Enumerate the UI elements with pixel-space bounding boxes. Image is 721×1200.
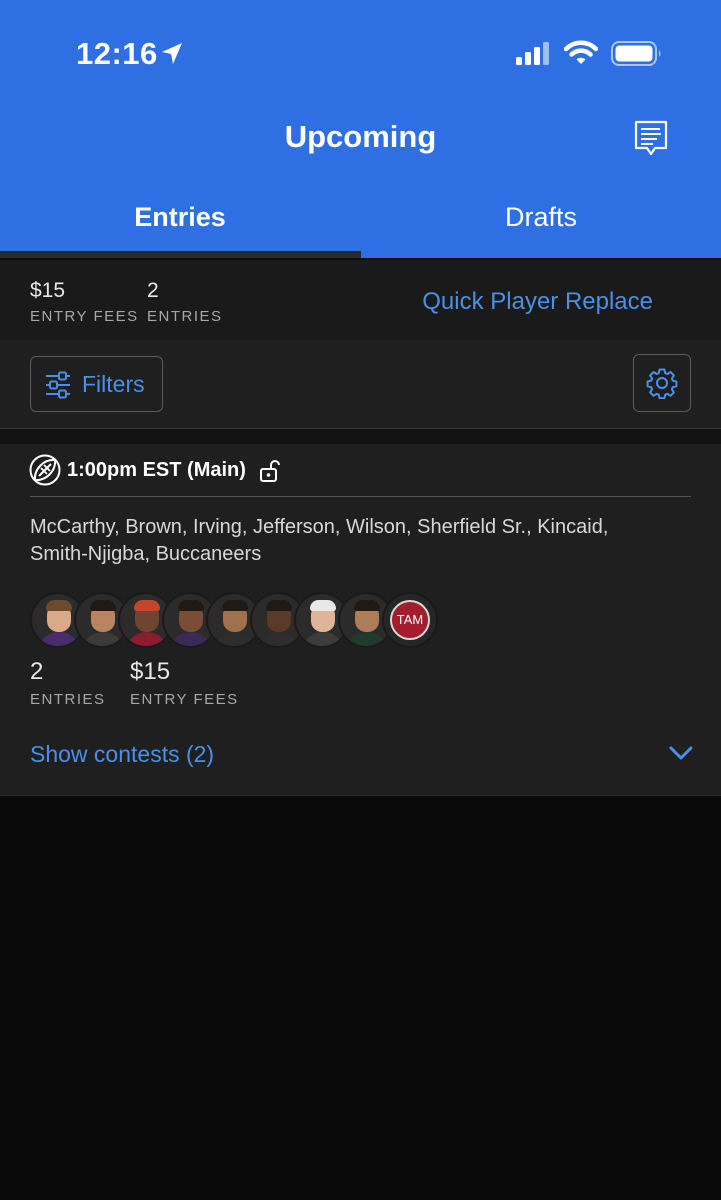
entry-fees-label: ENTRY FEES xyxy=(30,308,139,325)
tab-entries[interactable]: Entries xyxy=(0,202,360,233)
chat-icon[interactable] xyxy=(633,120,669,158)
wifi-icon xyxy=(564,40,598,64)
entry-fees-value: $15 xyxy=(30,279,66,302)
player-avatars: TAM xyxy=(30,592,450,648)
gear-icon xyxy=(646,368,678,399)
team-avatar: TAM xyxy=(382,592,438,648)
unlock-icon xyxy=(260,460,280,482)
card-entries-label: ENTRIES xyxy=(30,691,106,708)
signal-icon xyxy=(516,42,549,65)
show-contests-link[interactable]: Show contests (2) xyxy=(30,741,214,768)
card-divider xyxy=(30,496,691,497)
filter-bar: Filters xyxy=(0,340,721,428)
card-entry-fees-value: $15 xyxy=(130,658,171,685)
card-entries-value: 2 xyxy=(30,658,44,685)
quick-player-replace-link[interactable]: Quick Player Replace xyxy=(422,288,653,316)
status-time: 12:16 xyxy=(76,36,158,71)
sliders-icon xyxy=(46,371,70,399)
team-badge: TAM xyxy=(390,600,430,640)
tab-drafts[interactable]: Drafts xyxy=(361,202,721,233)
entries-count-value: 2 xyxy=(147,279,159,302)
slate-title: 1:00pm EST (Main) xyxy=(67,459,246,481)
chevron-down-icon[interactable] xyxy=(668,744,694,762)
location-arrow-icon xyxy=(162,43,182,64)
card-entry-fees-label: ENTRY FEES xyxy=(130,691,239,708)
section-divider xyxy=(0,428,721,445)
tab-active-indicator xyxy=(0,251,361,258)
slate-card: 1:00pm EST (Main) McCarthy, Brown, Irvin… xyxy=(0,444,721,796)
filters-label: Filters xyxy=(82,371,145,397)
battery-icon xyxy=(611,41,661,66)
lineup-players: McCarthy, Brown, Irving, Jefferson, Wils… xyxy=(30,516,609,565)
football-icon xyxy=(29,454,61,486)
entries-count-label: ENTRIES xyxy=(147,308,223,325)
app-header: 12:16 Upcoming Entries Drafts xyxy=(0,0,721,258)
filters-button[interactable]: Filters xyxy=(30,356,163,412)
entries-summary: $15 ENTRY FEES 2 ENTRIES Quick Player Re… xyxy=(0,258,721,342)
page-title: Upcoming xyxy=(284,119,437,154)
settings-button[interactable] xyxy=(633,354,691,412)
